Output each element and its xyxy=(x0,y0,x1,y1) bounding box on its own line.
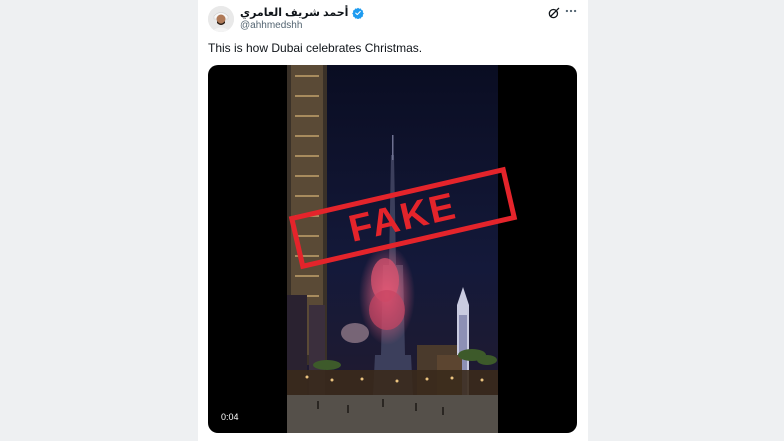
more-options-icon[interactable] xyxy=(564,4,578,18)
display-name[interactable]: أحمد شريف العامري xyxy=(240,6,348,19)
grok-icon[interactable] xyxy=(547,6,561,20)
author-name-row: أحمد شريف العامري xyxy=(240,6,365,19)
author-handle[interactable]: @ahhmedshh xyxy=(240,20,302,31)
video-player[interactable]: FAKE 0:04 xyxy=(208,65,577,433)
verified-badge-icon xyxy=(352,7,365,19)
avatar[interactable] xyxy=(208,6,234,32)
video-timestamp: 0:04 xyxy=(217,411,243,423)
tweet-card: أحمد شريف العامري @ahhmedshh This is how… xyxy=(198,0,588,441)
tweet-text: This is how Dubai celebrates Christmas. xyxy=(208,41,423,55)
